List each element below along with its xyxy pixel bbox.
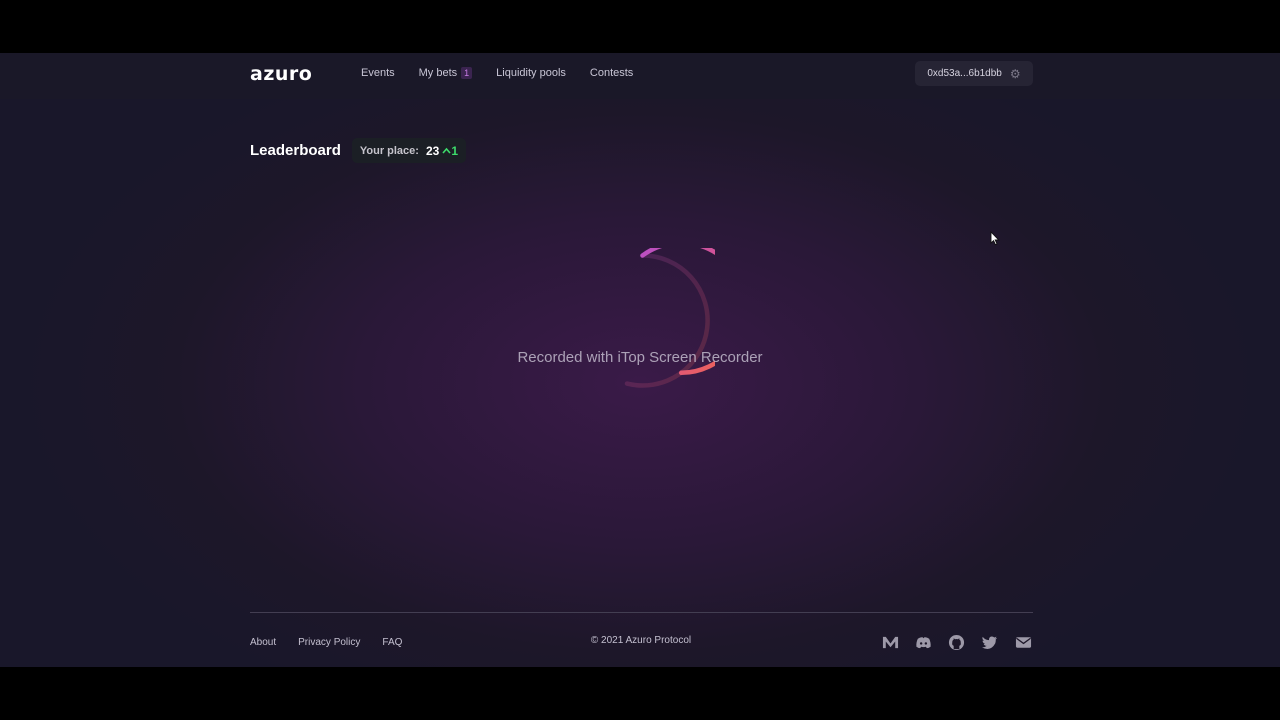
your-place-label: Your place: — [359, 144, 419, 157]
mouse-cursor-icon — [990, 231, 1000, 246]
mail-icon[interactable] — [1014, 633, 1032, 651]
wallet-address: 0xd53a...6b1dbb — [927, 68, 1002, 79]
copyright-text: © 2021 Azuro Protocol — [590, 635, 692, 646]
leaderboard-header: Leaderboard Your place: 23 1 — [250, 138, 466, 163]
azuro-logo[interactable]: azuro — [250, 63, 312, 85]
discord-icon[interactable] — [914, 633, 932, 651]
nav-liquidity-pools[interactable]: Liquidity pools — [496, 67, 566, 79]
your-place-value: 23 — [425, 143, 440, 158]
nav-my-bets[interactable]: My bets 1 — [419, 67, 473, 79]
your-place-badge: Your place: 23 1 — [351, 138, 466, 163]
nav-contests[interactable]: Contests — [590, 67, 633, 79]
top-navigation-bar: azuro Events My bets 1 Liquidity pools C… — [0, 53, 1280, 99]
main-nav: Events My bets 1 Liquidity pools Contest… — [361, 67, 657, 79]
social-links — [881, 633, 1032, 651]
nav-contests-label: Contests — [589, 67, 634, 79]
arrow-up-icon — [442, 147, 451, 154]
gear-icon[interactable]: ⚙ — [1010, 67, 1021, 81]
place-change: 1 — [442, 144, 458, 158]
nav-events-label: Events — [361, 67, 395, 79]
nav-liquidity-pools-label: Liquidity pools — [496, 67, 566, 79]
recorder-watermark: Recorded with iTop Screen Recorder — [517, 349, 763, 366]
nav-events[interactable]: Events — [361, 67, 395, 79]
medium-icon[interactable] — [881, 633, 899, 651]
app-window: azuro Events My bets 1 Liquidity pools C… — [0, 53, 1280, 667]
nav-my-bets-label: My bets — [418, 67, 458, 79]
page-title: Leaderboard — [250, 142, 341, 159]
loading-spinner — [624, 248, 715, 388]
github-icon[interactable] — [948, 633, 966, 651]
my-bets-count-badge: 1 — [461, 67, 473, 79]
wallet-button[interactable]: 0xd53a...6b1dbb ⚙ — [915, 61, 1033, 86]
twitter-icon[interactable] — [981, 633, 999, 651]
footer-divider — [250, 612, 1033, 613]
place-change-value: 1 — [451, 143, 458, 158]
